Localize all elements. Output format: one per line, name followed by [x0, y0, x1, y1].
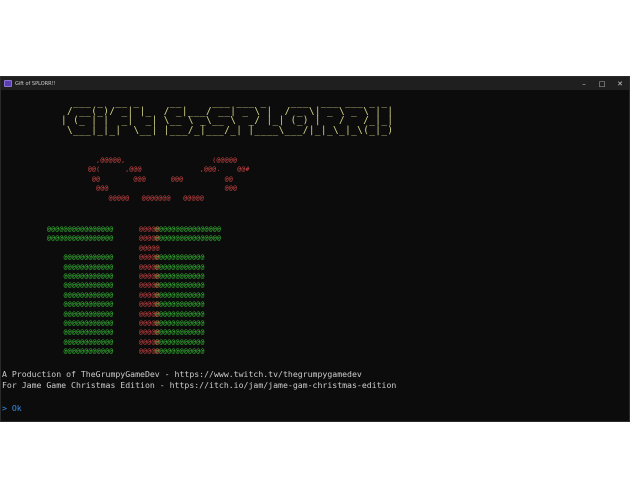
close-button[interactable]: ✕: [611, 77, 629, 90]
console-window: Gift of SPLORR!! – □ ✕ ___ _ __ _ __ ___…: [0, 76, 630, 422]
game-title-banner: ___ _ __ _ __ ___ ___ _ ___ ___ ___ _ _ …: [61, 97, 394, 136]
gift-box-art: @@@@@@@@@@@@@@@@ @@@@@@@@@@@@@@@@ @@@@@@…: [47, 225, 222, 356]
app-icon: [4, 80, 12, 87]
prompt-line[interactable]: > Ok: [2, 403, 22, 414]
window-title: Gift of SPLORR!!: [15, 80, 56, 87]
window-controls: – □ ✕: [575, 77, 629, 90]
gift-ribbon-art: @@@@@ @@@@@ @@@@@ @@@@@ @@@@@ @@@@@ @@@@…: [139, 225, 160, 356]
maximize-button[interactable]: □: [593, 77, 611, 90]
title-bar[interactable]: Gift of SPLORR!! – □ ✕: [1, 77, 629, 90]
gift-bow-art: ,@@@@@, (@@@@@ @@( ,@@@ ,@@@. @@# @@ @@@…: [87, 156, 250, 202]
minimize-button[interactable]: –: [575, 77, 593, 90]
jam-line: For Jame Game Christmas Edition - https:…: [2, 380, 397, 390]
console-output[interactable]: ___ _ __ _ __ ___ ___ _ ___ ___ ___ _ _ …: [1, 90, 629, 421]
credits-line: A Production of TheGrumpyGameDev - https…: [2, 369, 362, 379]
